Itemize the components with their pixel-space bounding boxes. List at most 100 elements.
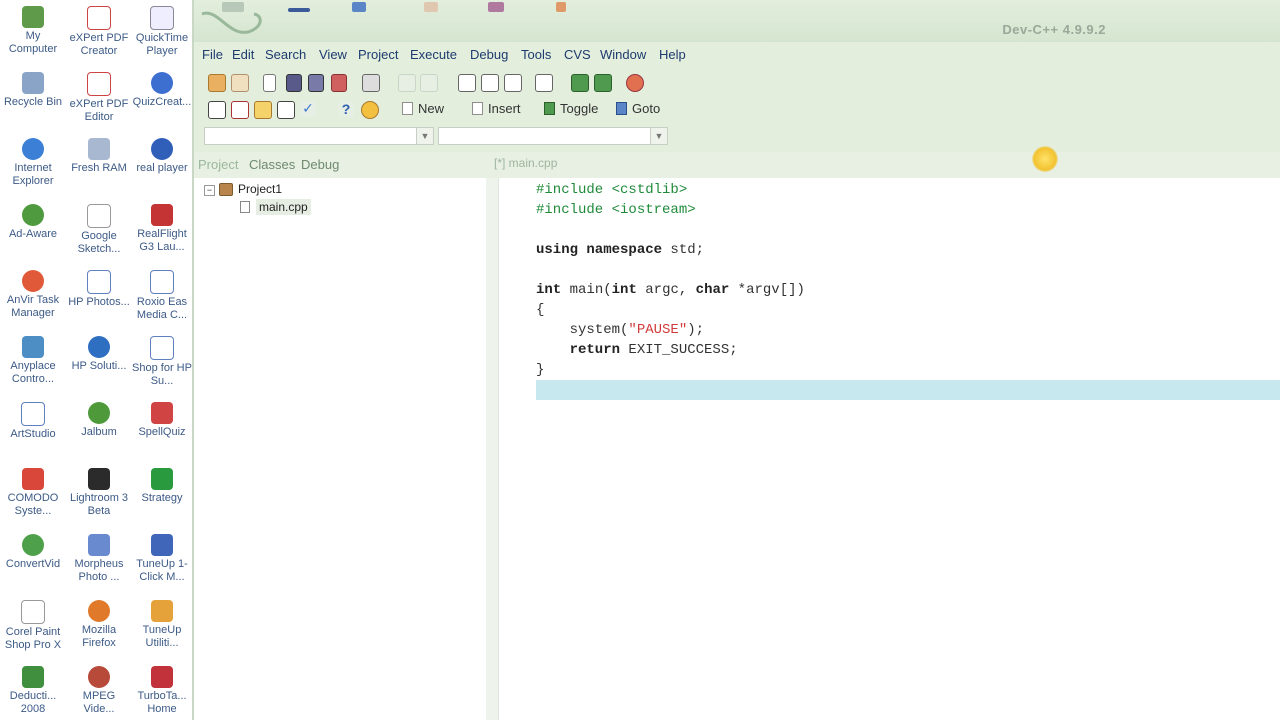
desktop-icon-google-sketchup[interactable]: Google Sketch... (66, 204, 132, 258)
desktop-icon-turbotax[interactable]: TurboTa... Home (132, 666, 192, 718)
open-project-icon[interactable] (208, 74, 226, 92)
menu-debug[interactable]: Debug (470, 47, 508, 62)
redo-icon[interactable] (420, 74, 438, 92)
desktop-icon-ad-aware[interactable]: Ad-Aware (0, 204, 66, 256)
goto-line-icon[interactable] (535, 74, 553, 92)
class-combo[interactable]: ▼ (204, 127, 434, 145)
desktop-icon-roxio[interactable]: Roxio Eas Media C... (132, 270, 192, 324)
desktop-icon-quizcreator[interactable]: QuizCreat... (132, 72, 192, 124)
desktop-icon-strategy[interactable]: Strategy (132, 468, 192, 520)
desktop-icon-quicktime[interactable]: QuickTime Player (132, 6, 192, 60)
desktop-icon-tuneup-1click[interactable]: TuneUp 1-Click M... (132, 534, 192, 586)
desktop-icon-spellquiz[interactable]: SpellQuiz (132, 402, 192, 454)
code-text: argc, (636, 282, 696, 298)
desktop-icon-tuneup-utilities[interactable]: TuneUp Utiliti... (132, 600, 192, 652)
tree-file-node[interactable]: main.cpp (256, 199, 311, 215)
realflight-icon (151, 204, 173, 226)
tab-classes[interactable]: Classes (249, 157, 295, 172)
goto-button[interactable]: Goto (614, 101, 660, 117)
code-line-6: int main(int argc, char *argv[]) (536, 280, 805, 300)
toggle-button[interactable]: Toggle (542, 101, 598, 117)
internet-explorer-icon (22, 138, 44, 160)
find-icon[interactable] (458, 74, 476, 92)
menu-view[interactable]: View (319, 47, 347, 62)
menu-file[interactable]: File (202, 47, 223, 62)
desktop-icon-mpeg-video[interactable]: MPEG Vide... (66, 666, 132, 718)
desktop-icon-expert-pdf-editor[interactable]: eXPert PDF Editor (66, 72, 132, 126)
code-editor[interactable]: #include <cstdlib> #include <iostream> u… (499, 178, 1280, 720)
undo-icon[interactable] (398, 74, 416, 92)
save-icon[interactable] (286, 74, 302, 92)
desktop-icon-artstudio[interactable]: ArtStudio (0, 402, 66, 456)
desktop-icon-convertvid[interactable]: ConvertVid (0, 534, 66, 586)
find-next-icon[interactable] (504, 74, 522, 92)
run-icon[interactable] (231, 101, 249, 119)
desktop-icon-anvir-task-manager[interactable]: AnVir Task Manager (0, 270, 66, 322)
project-icon (219, 183, 233, 196)
desktop-icon-realflight[interactable]: RealFlight G3 Lau... (132, 204, 192, 256)
smiley-icon[interactable] (361, 101, 379, 119)
desktop-icon-lightroom[interactable]: Lightroom 3 Beta (66, 468, 132, 520)
rebuild-icon[interactable] (277, 101, 295, 119)
current-line-highlight (536, 380, 1280, 400)
title-bar[interactable]: Dev-C++ 4.9.9.2 (194, 0, 1280, 42)
new-button[interactable]: New (400, 101, 444, 117)
desktop-icon-recycle-bin[interactable]: Recycle Bin (0, 72, 66, 124)
desktop-icon-jalbum[interactable]: Jalbum (66, 402, 132, 454)
tab-project[interactable]: Project (198, 157, 238, 172)
close-file-icon[interactable] (331, 74, 347, 92)
document-icon (87, 204, 111, 228)
pdf-icon (87, 6, 111, 30)
print-icon[interactable] (362, 74, 380, 92)
check-syntax-icon[interactable]: ✓ (300, 101, 316, 117)
desktop-icon-morpheus[interactable]: Morpheus Photo ... (66, 534, 132, 586)
remove-from-project-icon[interactable] (594, 74, 612, 92)
desktop-icon-hp-solution[interactable]: HP Soluti... (66, 336, 132, 388)
menu-edit[interactable]: Edit (232, 47, 254, 62)
compile-run-icon[interactable] (254, 101, 272, 119)
recycle-bin-icon (22, 72, 44, 94)
hp-icon (88, 336, 110, 358)
desktop-icon-anyplace-control[interactable]: Anyplace Contro... (0, 336, 66, 388)
menu-tools[interactable]: Tools (521, 47, 551, 62)
new-file-icon[interactable] (263, 74, 276, 92)
menu-search[interactable]: Search (265, 47, 306, 62)
desktop-icon-mozilla-firefox[interactable]: Mozilla Firefox (66, 600, 132, 652)
deductions-icon (22, 666, 44, 688)
code-text: ); (687, 322, 705, 338)
desktop-icon-fresh-ram[interactable]: Fresh RAM (66, 138, 132, 190)
desktop-icon-my-computer[interactable]: My Computer (0, 6, 66, 58)
desktop-icon-comodo[interactable]: COMODO Syste... (0, 468, 66, 520)
desktop-icon-corel-paint-shop[interactable]: Corel Paint Shop Pro X (0, 600, 66, 654)
window-icon (87, 270, 111, 294)
menu-execute[interactable]: Execute (410, 47, 457, 62)
editor-tab-main-cpp[interactable]: [*] main.cpp (494, 156, 557, 170)
tab-debug[interactable]: Debug (301, 157, 339, 172)
code-line-9: return EXIT_SUCCESS; (536, 340, 738, 360)
desktop-icon-real-player[interactable]: real player (132, 138, 192, 190)
chevron-down-icon: ▼ (416, 128, 433, 144)
save-all-icon[interactable] (308, 74, 324, 92)
help-icon[interactable]: ? (338, 101, 354, 117)
desktop-icon-internet-explorer[interactable]: Internet Explorer (0, 138, 66, 190)
close-project-icon[interactable] (231, 74, 249, 92)
desktop-icon-expert-pdf-creator[interactable]: eXPert PDF Creator (66, 6, 132, 60)
member-combo[interactable]: ▼ (438, 127, 668, 145)
insert-button[interactable]: Insert (470, 101, 521, 117)
menu-cvs[interactable]: CVS (564, 47, 591, 62)
compile-icon[interactable] (208, 101, 226, 119)
tree-project-node[interactable]: Project1 (238, 182, 282, 196)
collapse-icon[interactable]: − (204, 185, 215, 196)
comodo-icon (22, 468, 44, 490)
quicktime-icon (150, 6, 174, 30)
desktop-icon-hp-photosmart[interactable]: HP Photos... (66, 270, 132, 324)
replace-icon[interactable] (481, 74, 499, 92)
panel-splitter[interactable] (486, 178, 499, 720)
menu-help[interactable]: Help (659, 47, 686, 62)
menu-project[interactable]: Project (358, 47, 398, 62)
about-icon[interactable] (626, 74, 644, 92)
add-to-project-icon[interactable] (571, 74, 589, 92)
desktop-icon-deductions[interactable]: Deducti... 2008 (0, 666, 66, 718)
menu-window[interactable]: Window (600, 47, 646, 62)
desktop-icon-shop-hp[interactable]: Shop for HP Su... (132, 336, 192, 390)
